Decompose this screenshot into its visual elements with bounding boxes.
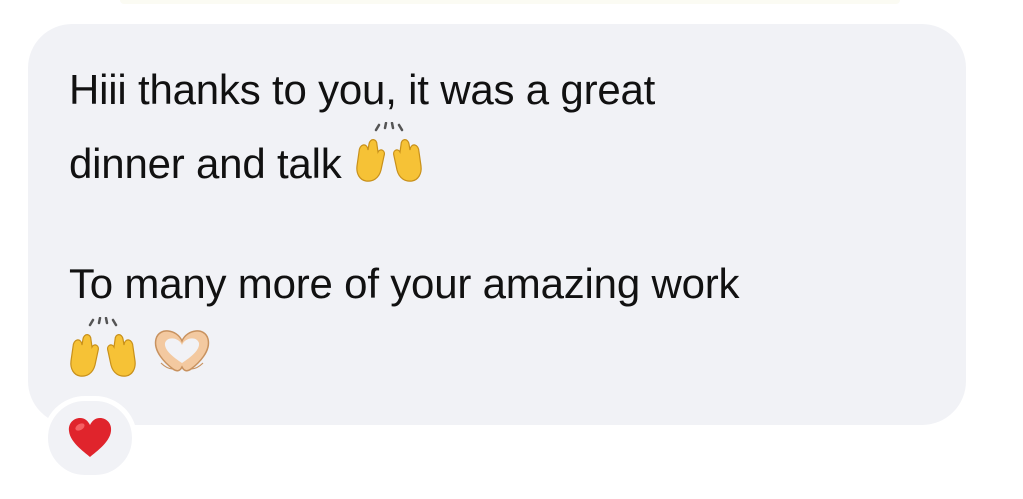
- message-line-3: To many more of your amazing work: [69, 252, 926, 316]
- red-heart-icon: [68, 418, 112, 457]
- message-text-line-3: To many more of your amazing work: [69, 260, 740, 307]
- message-line-1: Hiii thanks to you, it was a great: [69, 58, 926, 122]
- raising-hands-icon: [356, 122, 422, 182]
- message-line-2: dinner and talk: [69, 122, 926, 196]
- message-text-line-2: dinner and talk: [69, 140, 342, 187]
- heart-hands-icon: [154, 330, 210, 372]
- message-text-line-1: Hiii thanks to you, it was a great: [69, 66, 656, 113]
- raising-hands-icon: [70, 317, 136, 377]
- heart-reaction[interactable]: [43, 396, 137, 480]
- previous-message-edge: [120, 0, 900, 4]
- message-bubble[interactable]: Hiii thanks to you, it was a great dinne…: [28, 24, 966, 425]
- line-break: [69, 196, 926, 252]
- message-line-4: [67, 316, 926, 380]
